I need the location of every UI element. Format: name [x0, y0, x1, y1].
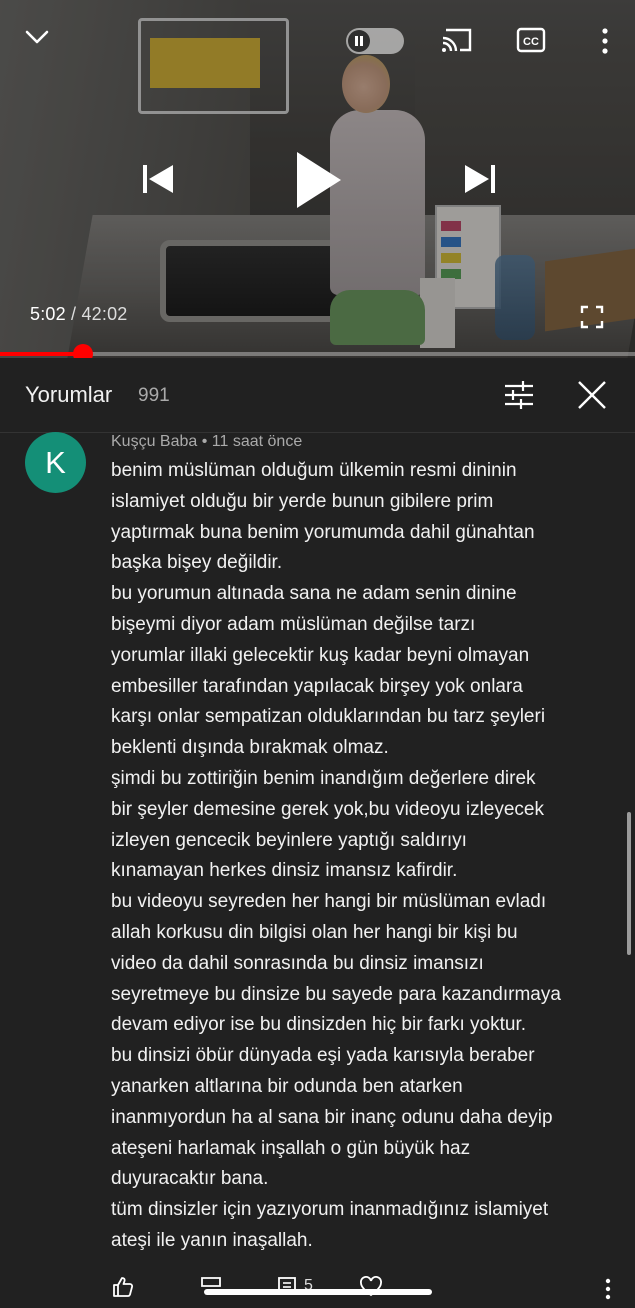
autoplay-toggle[interactable]: [346, 28, 404, 54]
progress-scrubber[interactable]: [73, 344, 94, 358]
more-vert-icon[interactable]: [602, 1277, 614, 1301]
duration: 42:02: [81, 304, 128, 324]
comment-line: yanarken altlarına bir odunda ben atarke…: [111, 1075, 463, 1097]
comment-line: seyretmeye bu dinsize bu sayede para kaz…: [111, 983, 561, 1005]
video-player[interactable]: CC 5:02 / 42:02: [0, 0, 635, 358]
avatar[interactable]: K: [25, 432, 86, 493]
scrollbar[interactable]: [627, 812, 631, 955]
more-vert-icon[interactable]: [598, 26, 612, 56]
chevron-down-icon[interactable]: [24, 26, 50, 48]
comment-line: izleyen gencecik beyinlere yaptığı saldı…: [111, 829, 467, 851]
comment-line: yaptırmak buna benim yorumumda dahil gün…: [111, 521, 535, 543]
comment-line: allah korkusu din bilgisi olan her hangi…: [111, 921, 518, 943]
skip-previous-icon[interactable]: [140, 162, 176, 196]
comment-line: devam ediyor ise bu dinsizden hiç bir fa…: [111, 1014, 527, 1036]
time-display: 5:02 / 42:02: [30, 304, 128, 325]
comment-actions: 5: [0, 1268, 635, 1308]
close-icon[interactable]: [576, 379, 608, 411]
sort-filter-icon[interactable]: [503, 380, 535, 410]
time-separator: /: [71, 304, 77, 324]
comment-text: benim müslüman olduğum ülkemin resmi din…: [111, 456, 621, 1257]
comment-line: karşı onlar sempatizan olduklarından bu …: [111, 706, 546, 728]
comment-line: beklenti dışında bırakmak olmaz.: [111, 737, 389, 759]
comment-line: islamiyet olduğu bir yerde bunun gibiler…: [111, 490, 494, 512]
comment-line: bu videoyu seyreden her hangi bir müslüm…: [111, 891, 547, 913]
thumb-up-icon[interactable]: [112, 1276, 134, 1298]
comments-title: Yorumlar: [25, 382, 113, 407]
progress-bar[interactable]: [0, 344, 635, 358]
comment-line: inanmıyordun ha al sana bir inanç odunu …: [111, 1106, 553, 1128]
comment-line: başka bişey değildir.: [111, 552, 283, 574]
svg-text:CC: CC: [523, 36, 539, 48]
progress-played: [0, 352, 84, 356]
comment-line: bu yorumun altınada sana ne adam senin d…: [111, 583, 517, 605]
comment-line: kınamayan herkes dinsiz imansız kafirdir…: [111, 860, 458, 882]
comment-line: şimdi bu zottiriğin benim inandığım değe…: [111, 767, 536, 789]
comment-line: embesiller tarafından yapılacak birşey y…: [111, 675, 523, 697]
comment-line: yorumlar illaki gelecektir kuş kadar bey…: [111, 644, 530, 666]
play-icon[interactable]: [293, 150, 343, 210]
comment-line: ateşi ile yanın inaşallah.: [111, 1229, 313, 1251]
skip-next-icon[interactable]: [462, 162, 498, 196]
comment-line: bişeymi diyor adam müslüman değilse tarz…: [111, 613, 476, 635]
current-time: 5:02: [30, 304, 66, 324]
comment-line: ateşeni harlamak inşallah o gün büyük ha…: [111, 1137, 471, 1159]
fullscreen-icon[interactable]: [580, 305, 604, 329]
comment-line: tüm dinsizler için yazıyorum inanmadığın…: [111, 1199, 549, 1221]
home-indicator[interactable]: [204, 1289, 432, 1295]
comment-line: bu dinsizi öbür dünyada eşi yada karısıy…: [111, 1045, 535, 1067]
comment-line: video da dahil sonrasında bu dinsiz iman…: [111, 952, 484, 974]
comments-header: Yorumlar 991: [0, 358, 635, 433]
cc-icon[interactable]: CC: [516, 27, 546, 53]
comment-meta: Kuşçu Baba • 11 saat önce: [111, 433, 303, 450]
comment-line: bir şeyler demesine gerek yok,bu videoyu…: [111, 798, 544, 820]
pause-toggle-icon: [348, 30, 370, 52]
cast-icon[interactable]: [440, 26, 474, 54]
comment-line: benim müslüman olduğum ülkemin resmi din…: [111, 460, 517, 481]
comments-count: 991: [138, 385, 170, 406]
comment-line: duyuracaktır bana.: [111, 1168, 269, 1190]
